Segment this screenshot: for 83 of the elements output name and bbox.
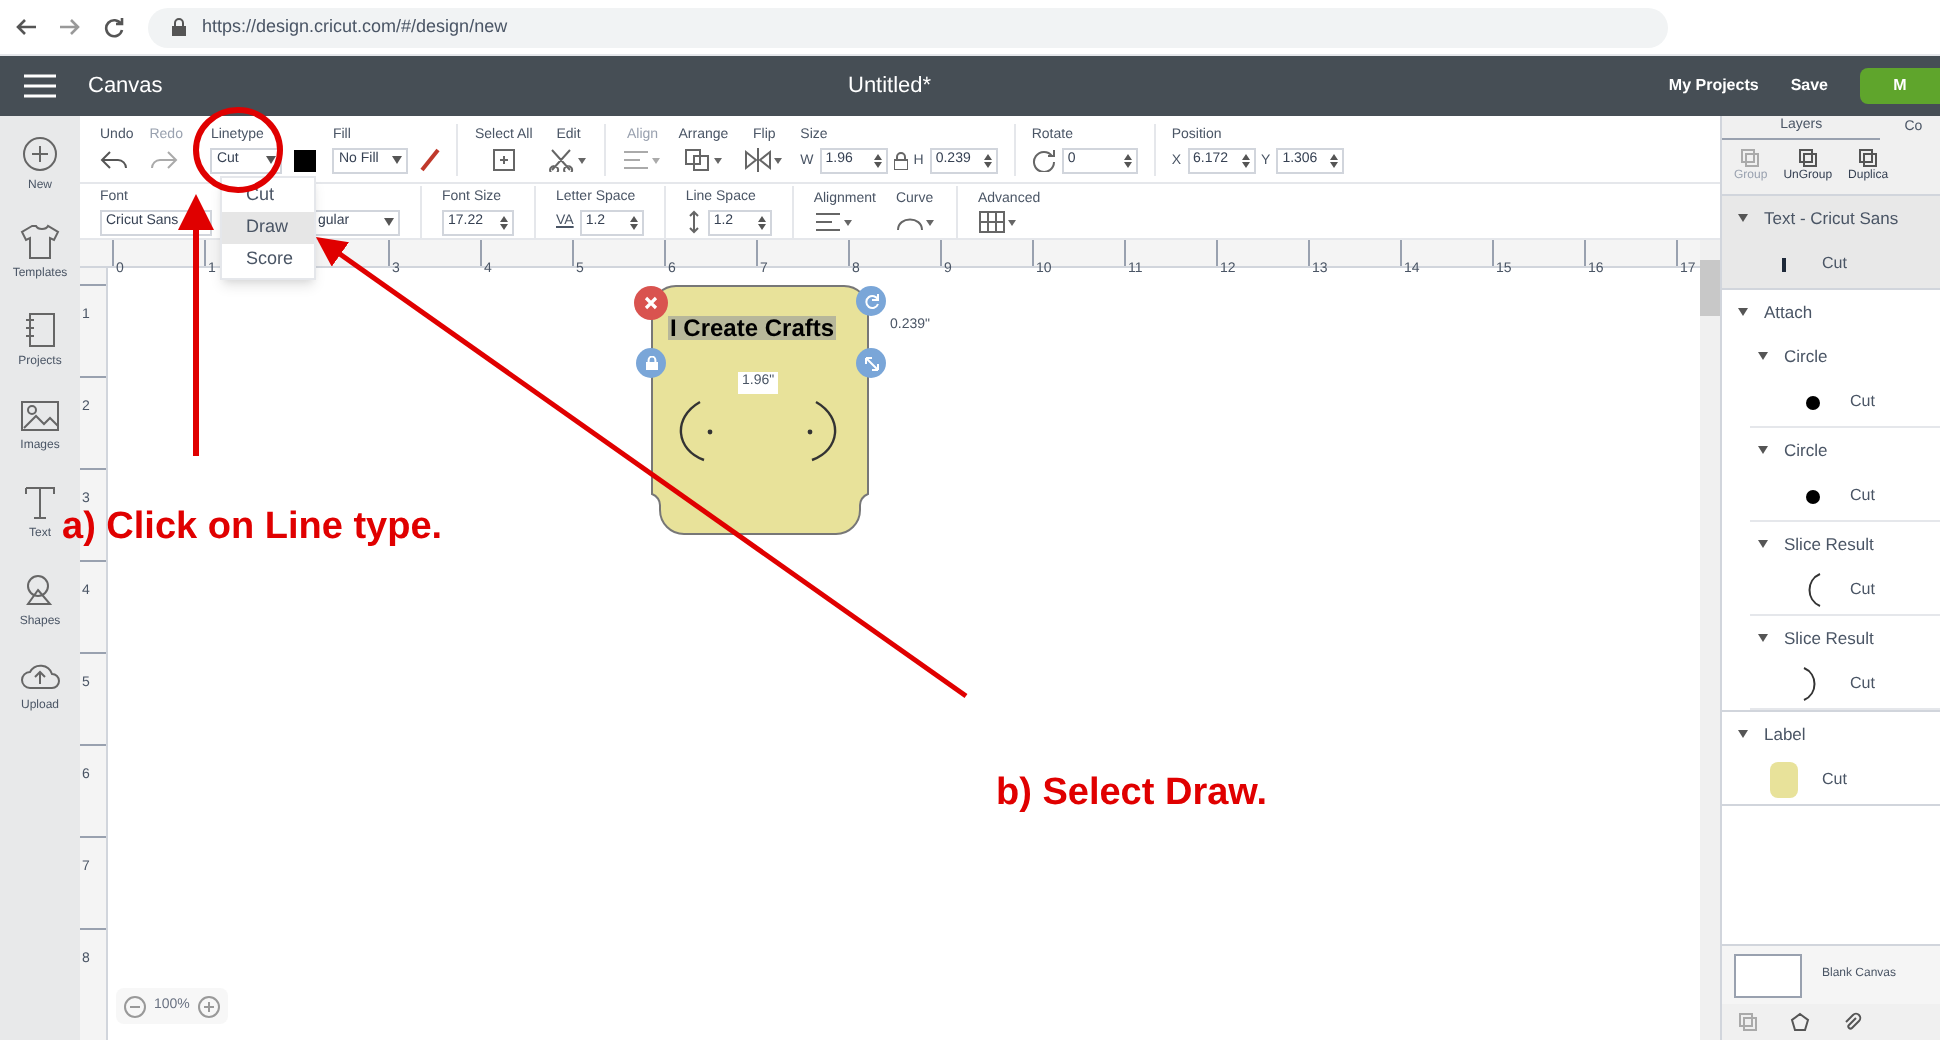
spinner-arrows-icon xyxy=(873,153,882,167)
overlapping-squares-icon xyxy=(1797,148,1818,168)
color-swatch[interactable] xyxy=(294,149,317,171)
zoom-in-button[interactable] xyxy=(197,995,220,1017)
caret-icon xyxy=(392,156,403,164)
layer-name: Slice Result xyxy=(1784,625,1874,651)
menu-item[interactable]: Draw xyxy=(222,212,314,244)
document-title: Untitled* xyxy=(848,71,934,102)
caret-icon xyxy=(1758,634,1768,642)
rotate-handle[interactable] xyxy=(856,286,886,316)
lock-handle[interactable] xyxy=(636,348,666,378)
caret-icon xyxy=(1738,730,1748,738)
slice-icon[interactable] xyxy=(1738,1012,1758,1032)
text-cursor-icon xyxy=(1782,257,1786,271)
spinner-arrows-icon xyxy=(757,215,766,229)
spinner-arrows-icon xyxy=(1241,153,1250,167)
spinner-arrows-icon xyxy=(1123,153,1132,167)
address-bar[interactable]: https://design.cricut.com/#/design/new xyxy=(148,7,1668,47)
spinner-arrows-icon xyxy=(1330,153,1339,167)
rotate-icon xyxy=(1031,148,1056,172)
lock-icon xyxy=(172,18,186,36)
layer-name: Attach xyxy=(1764,299,1813,325)
delete-handle[interactable] xyxy=(634,286,668,320)
flip-triangles-icon xyxy=(744,148,785,172)
spinner-arrows-icon xyxy=(629,215,638,229)
scrollbar[interactable] xyxy=(1700,240,1720,1040)
letter-t-icon xyxy=(22,484,58,520)
layer-name: Circle xyxy=(1784,343,1828,369)
line-type-text: Cut xyxy=(1850,484,1875,508)
caret-icon xyxy=(266,156,277,164)
reload-icon[interactable] xyxy=(104,17,124,37)
grid-icon xyxy=(977,209,1018,233)
overlapping-squares-icon xyxy=(1858,148,1879,168)
spinner-arrows-icon xyxy=(983,153,992,167)
caret-icon xyxy=(1758,446,1768,454)
caret-icon xyxy=(1758,352,1768,360)
zoom-out-button[interactable] xyxy=(124,995,146,1017)
spinner-arrows-icon xyxy=(500,215,508,229)
stacked-squares-icon xyxy=(683,148,724,172)
layer-name: Text - Cricut Sans xyxy=(1764,205,1899,231)
resize-handle[interactable] xyxy=(856,348,886,378)
pen-icon[interactable] xyxy=(420,148,441,172)
forward-icon[interactable] xyxy=(60,18,80,36)
shirt-icon xyxy=(19,224,60,260)
line-space-icon xyxy=(685,210,702,234)
canvas-title: Canvas xyxy=(88,71,165,102)
align-lines-icon xyxy=(622,148,663,172)
menu-item[interactable]: Score xyxy=(222,244,314,276)
annotation-text: b) Select Draw. xyxy=(996,770,1268,818)
layer-name: Circle xyxy=(1784,437,1828,463)
weld-icon[interactable] xyxy=(1790,1012,1810,1032)
canvas-thumbnail xyxy=(1734,953,1802,997)
undo-arrow-icon xyxy=(100,148,128,172)
header-link[interactable]: Save xyxy=(1790,74,1828,98)
header-link[interactable]: My Projects xyxy=(1668,74,1759,98)
plus-circle-icon xyxy=(22,136,58,172)
layer-name: Label xyxy=(1764,721,1806,747)
layer-name: Slice Result xyxy=(1784,531,1874,557)
caret-icon xyxy=(1738,214,1748,222)
notebook-icon xyxy=(24,312,56,348)
overlapping-squares-icon xyxy=(1740,148,1761,168)
back-icon[interactable] xyxy=(16,18,36,36)
design-text: I Create Crafts xyxy=(668,316,837,340)
line-type-text: Cut xyxy=(1850,578,1875,602)
label-swatch-icon xyxy=(1770,762,1798,798)
caret-icon xyxy=(1738,308,1748,316)
menu-icon[interactable] xyxy=(24,74,56,98)
redo-arrow-icon xyxy=(149,148,178,172)
caret-icon xyxy=(1758,540,1768,548)
cloud-upload-icon xyxy=(20,660,60,692)
lock-icon[interactable] xyxy=(893,151,908,169)
layer-group[interactable]: Text - Cricut Sans Cut xyxy=(1722,196,1940,290)
caret-icon xyxy=(384,218,394,226)
line-type-text: Cut xyxy=(1822,768,1847,792)
image-icon xyxy=(20,400,60,432)
shapes-icon xyxy=(21,572,58,608)
scissors-icon xyxy=(548,148,589,172)
line-type-text: Cut xyxy=(1850,672,1875,696)
annotation-text: a) Click on Line type. xyxy=(62,504,443,552)
line-type-text: Cut xyxy=(1850,390,1875,414)
align-lines-icon xyxy=(813,209,854,233)
paperclip-icon[interactable] xyxy=(1842,1012,1862,1032)
line-type-text: Cut xyxy=(1822,252,1847,276)
